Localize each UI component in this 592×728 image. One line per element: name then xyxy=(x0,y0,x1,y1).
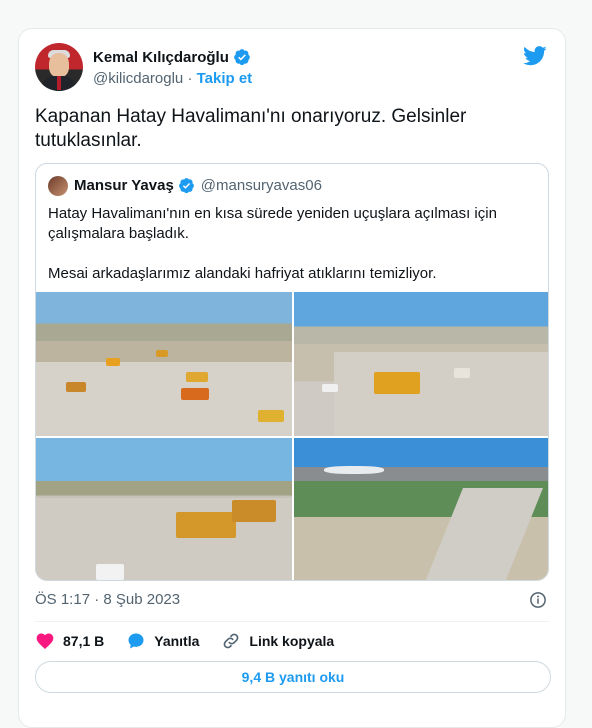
quoted-tweet[interactable]: Mansur Yavaş @mansuryavas06 Hatay Havali… xyxy=(35,163,549,581)
author-name-row[interactable]: Kemal Kılıçdaroğlu xyxy=(93,48,251,66)
author-handle[interactable]: @kilicdaroglu xyxy=(93,70,183,87)
tweet-timestamp[interactable]: ÖS 1:17 · 8 Şub 2023 xyxy=(35,591,180,608)
tweet-text: Kapanan Hatay Havalimanı'nı onarıyoruz. … xyxy=(35,106,467,151)
tweet-card: Kemal Kılıçdaroğlu @kilicdaroglu · Takip… xyxy=(18,28,566,728)
follow-button[interactable]: Takip et xyxy=(197,70,253,87)
quoted-author-avatar[interactable] xyxy=(48,176,68,196)
photo-runway-excavators-2[interactable] xyxy=(294,292,548,436)
like-count: 87,1 B xyxy=(63,633,105,649)
photo-grid xyxy=(36,292,548,580)
quoted-text: Hatay Havalimanı'nın en kısa sürede yeni… xyxy=(48,204,538,284)
photo-runway-excavators-1[interactable] xyxy=(36,292,292,436)
like-button[interactable]: 87,1 B xyxy=(35,631,104,651)
action-bar: 87,1 B Yanıtla Link kopyala xyxy=(35,631,334,651)
link-icon xyxy=(224,633,239,649)
read-replies-button[interactable]: 9,4 B yanıtı oku xyxy=(35,661,551,693)
copy-link-label: Link kopyala xyxy=(249,633,335,649)
quoted-header: Mansur Yavaş @mansuryavas06 xyxy=(74,177,322,194)
author-name[interactable]: Kemal Kılıçdaroğlu xyxy=(93,49,229,66)
photo-runway-trucks[interactable] xyxy=(36,438,292,580)
heart-icon xyxy=(36,633,54,649)
info-icon[interactable] xyxy=(529,591,547,609)
author-avatar[interactable] xyxy=(35,43,83,91)
verified-icon xyxy=(234,49,250,66)
quoted-paragraph: Mesai arkadaşlarımız alandaki hafriyat a… xyxy=(48,265,437,282)
reply-label: Yanıtla xyxy=(154,633,200,649)
quoted-author-handle[interactable]: @mansuryavas06 xyxy=(201,177,322,194)
reply-button[interactable]: Yanıtla xyxy=(126,631,199,651)
divider xyxy=(35,621,549,622)
reply-icon xyxy=(128,633,144,649)
quoted-paragraph: Hatay Havalimanı'nın en kısa sürede yeni… xyxy=(48,205,497,242)
copy-link-button[interactable]: Link kopyala xyxy=(221,631,334,651)
photo-runway-aerial[interactable] xyxy=(294,438,548,580)
verified-icon xyxy=(178,178,194,194)
author-handle-row: @kilicdaroglu · Takip et xyxy=(93,70,252,87)
twitter-bird-icon[interactable] xyxy=(523,45,547,67)
quoted-author-name[interactable]: Mansur Yavaş xyxy=(74,177,174,194)
separator-dot: · xyxy=(187,70,193,87)
